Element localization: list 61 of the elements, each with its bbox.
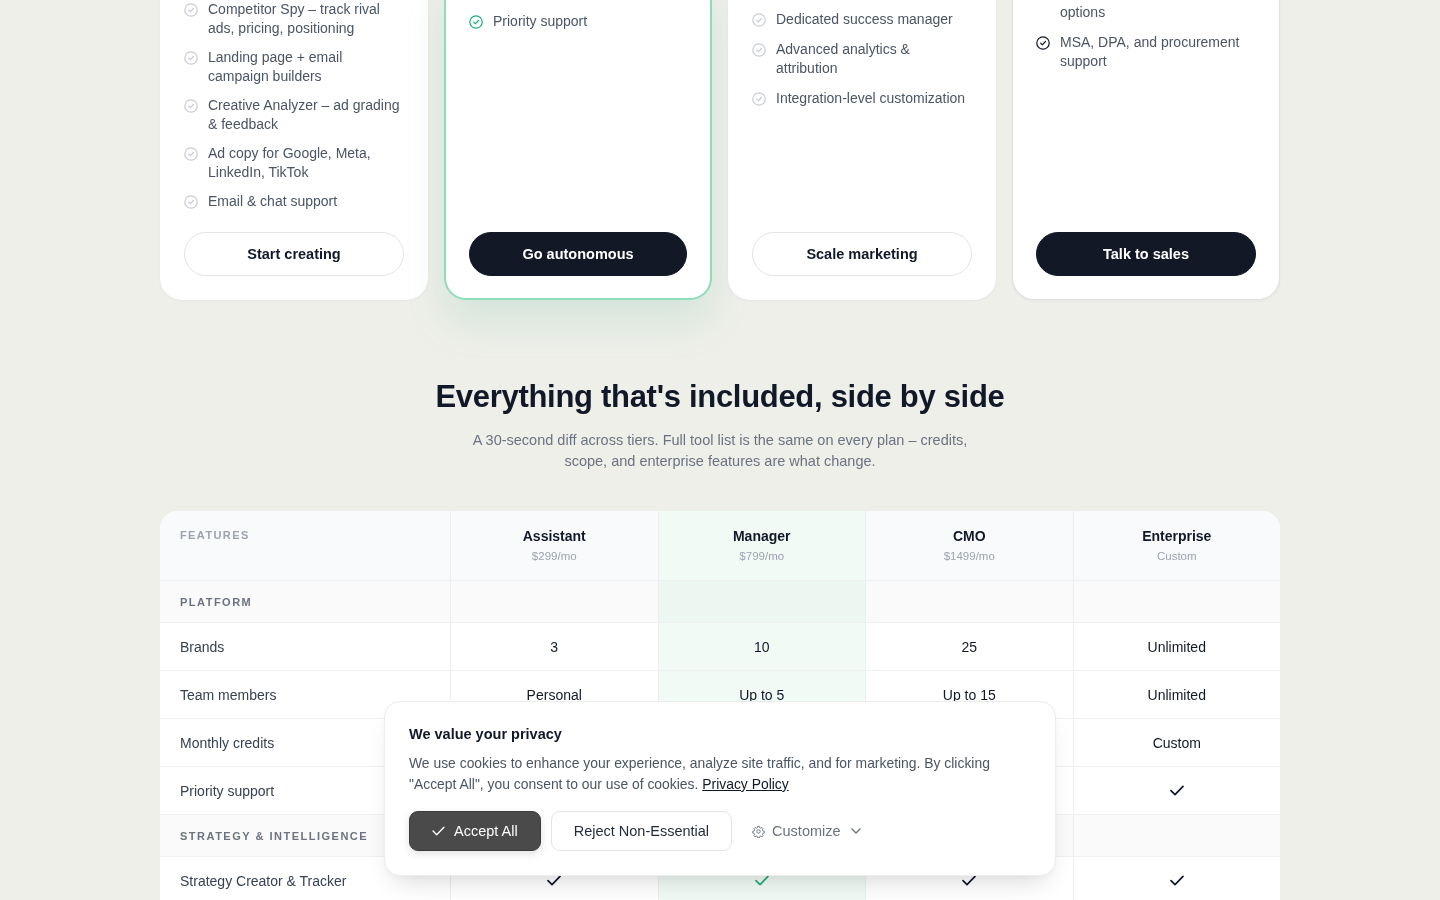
plan-price: $299/mo — [531, 549, 577, 564]
feature-text: Integration-level customization — [776, 89, 966, 108]
plan-value: Personal — [526, 686, 582, 703]
feature-text: Dedicated success manager — [776, 10, 953, 29]
section-label: PLATFORM — [180, 594, 253, 609]
plan-name: Manager — [732, 527, 791, 545]
plan-value: 3 — [550, 638, 559, 655]
plan-price: Custom — [1156, 549, 1197, 564]
section-heading: Everything that's included, side by side — [434, 378, 1006, 416]
check-circle-icon — [184, 98, 198, 113]
feature-text: Ad copy for Google, Meta, LinkedIn, TikTok — [208, 144, 372, 182]
plan-price: $799/mo — [739, 549, 785, 564]
plan-value: Up to 15 — [942, 686, 996, 703]
check-circle-icon — [184, 50, 198, 65]
plan-value: 10 — [753, 638, 770, 655]
feature-text: Advanced analytics & attribution — [776, 40, 911, 78]
plan-price: $1499/mo — [943, 549, 995, 564]
check-circle-icon — [184, 146, 198, 161]
column-label: FEATURES — [180, 528, 250, 542]
plan-button[interactable]: Start creating — [184, 232, 404, 276]
customize-button[interactable]: Customize — [744, 811, 869, 851]
chevron-down-icon — [850, 828, 861, 834]
check-circle-icon — [469, 14, 483, 29]
checkmark-icon — [432, 826, 445, 836]
cookie-title: We value your privacy — [409, 725, 563, 744]
settings-icon — [752, 824, 766, 838]
feature-label: Monthly credits — [180, 733, 275, 752]
plan-name: CMO — [952, 527, 986, 545]
plan-value: Unlimited — [1147, 638, 1206, 655]
section-label: STRATEGY & INTELLIGENCE — [180, 828, 369, 843]
feature-label: Strategy Creator & Tracker — [180, 871, 347, 890]
check-circle-icon — [184, 2, 198, 17]
plan-name: Assistant — [522, 527, 586, 545]
check-circle-icon — [752, 42, 766, 57]
section-subtitle: A 30-second diff across tiers. Full tool list is the same on every plan – credits, scope, and enterprise features are what change. — [471, 431, 969, 471]
feature-label: Team members — [180, 685, 277, 704]
reject-button[interactable]: Reject Non-Essential — [550, 811, 733, 851]
plan-button[interactable]: Talk to sales — [1036, 232, 1256, 276]
check-circle-icon — [184, 194, 198, 209]
plan-value: 25 — [961, 638, 978, 655]
feature-label: Brands — [180, 637, 225, 656]
plan-value: Custom — [1152, 734, 1201, 751]
feature-text: Competitor Spy – track rival ads, pricing, positioning — [208, 0, 381, 38]
plan-button[interactable]: Go autonomous — [469, 232, 687, 276]
feature-text: options — [1060, 3, 1106, 22]
check-circle-icon — [752, 12, 766, 27]
plan-name: Enterprise — [1142, 527, 1212, 545]
plan-value: Unlimited — [1147, 686, 1206, 703]
privacy-policy-link[interactable]: Privacy Policy — [702, 776, 789, 792]
check-circle-icon — [752, 91, 766, 106]
feature-text: Email & chat support — [208, 192, 338, 211]
feature-text: Priority support — [493, 12, 588, 31]
feature-text: Landing page + email campaign builders — [208, 48, 344, 86]
check-circle-icon — [1036, 35, 1050, 50]
accept-button[interactable]: Accept All — [409, 811, 541, 851]
feature-text: MSA, DPA, and procurement support — [1060, 33, 1241, 71]
cookie-text: We use cookies to enhance your experience, analyze site traffic, and for marketing. By clicking "Accept All", you consent to our use of cookies. Privacy Policy — [409, 754, 991, 794]
feature-label: Priority support — [180, 781, 275, 800]
plan-button[interactable]: Scale marketing — [752, 232, 972, 276]
feature-text: Creative Analyzer – ad grading & feedback — [208, 96, 401, 134]
plan-value: Up to 5 — [739, 686, 785, 703]
